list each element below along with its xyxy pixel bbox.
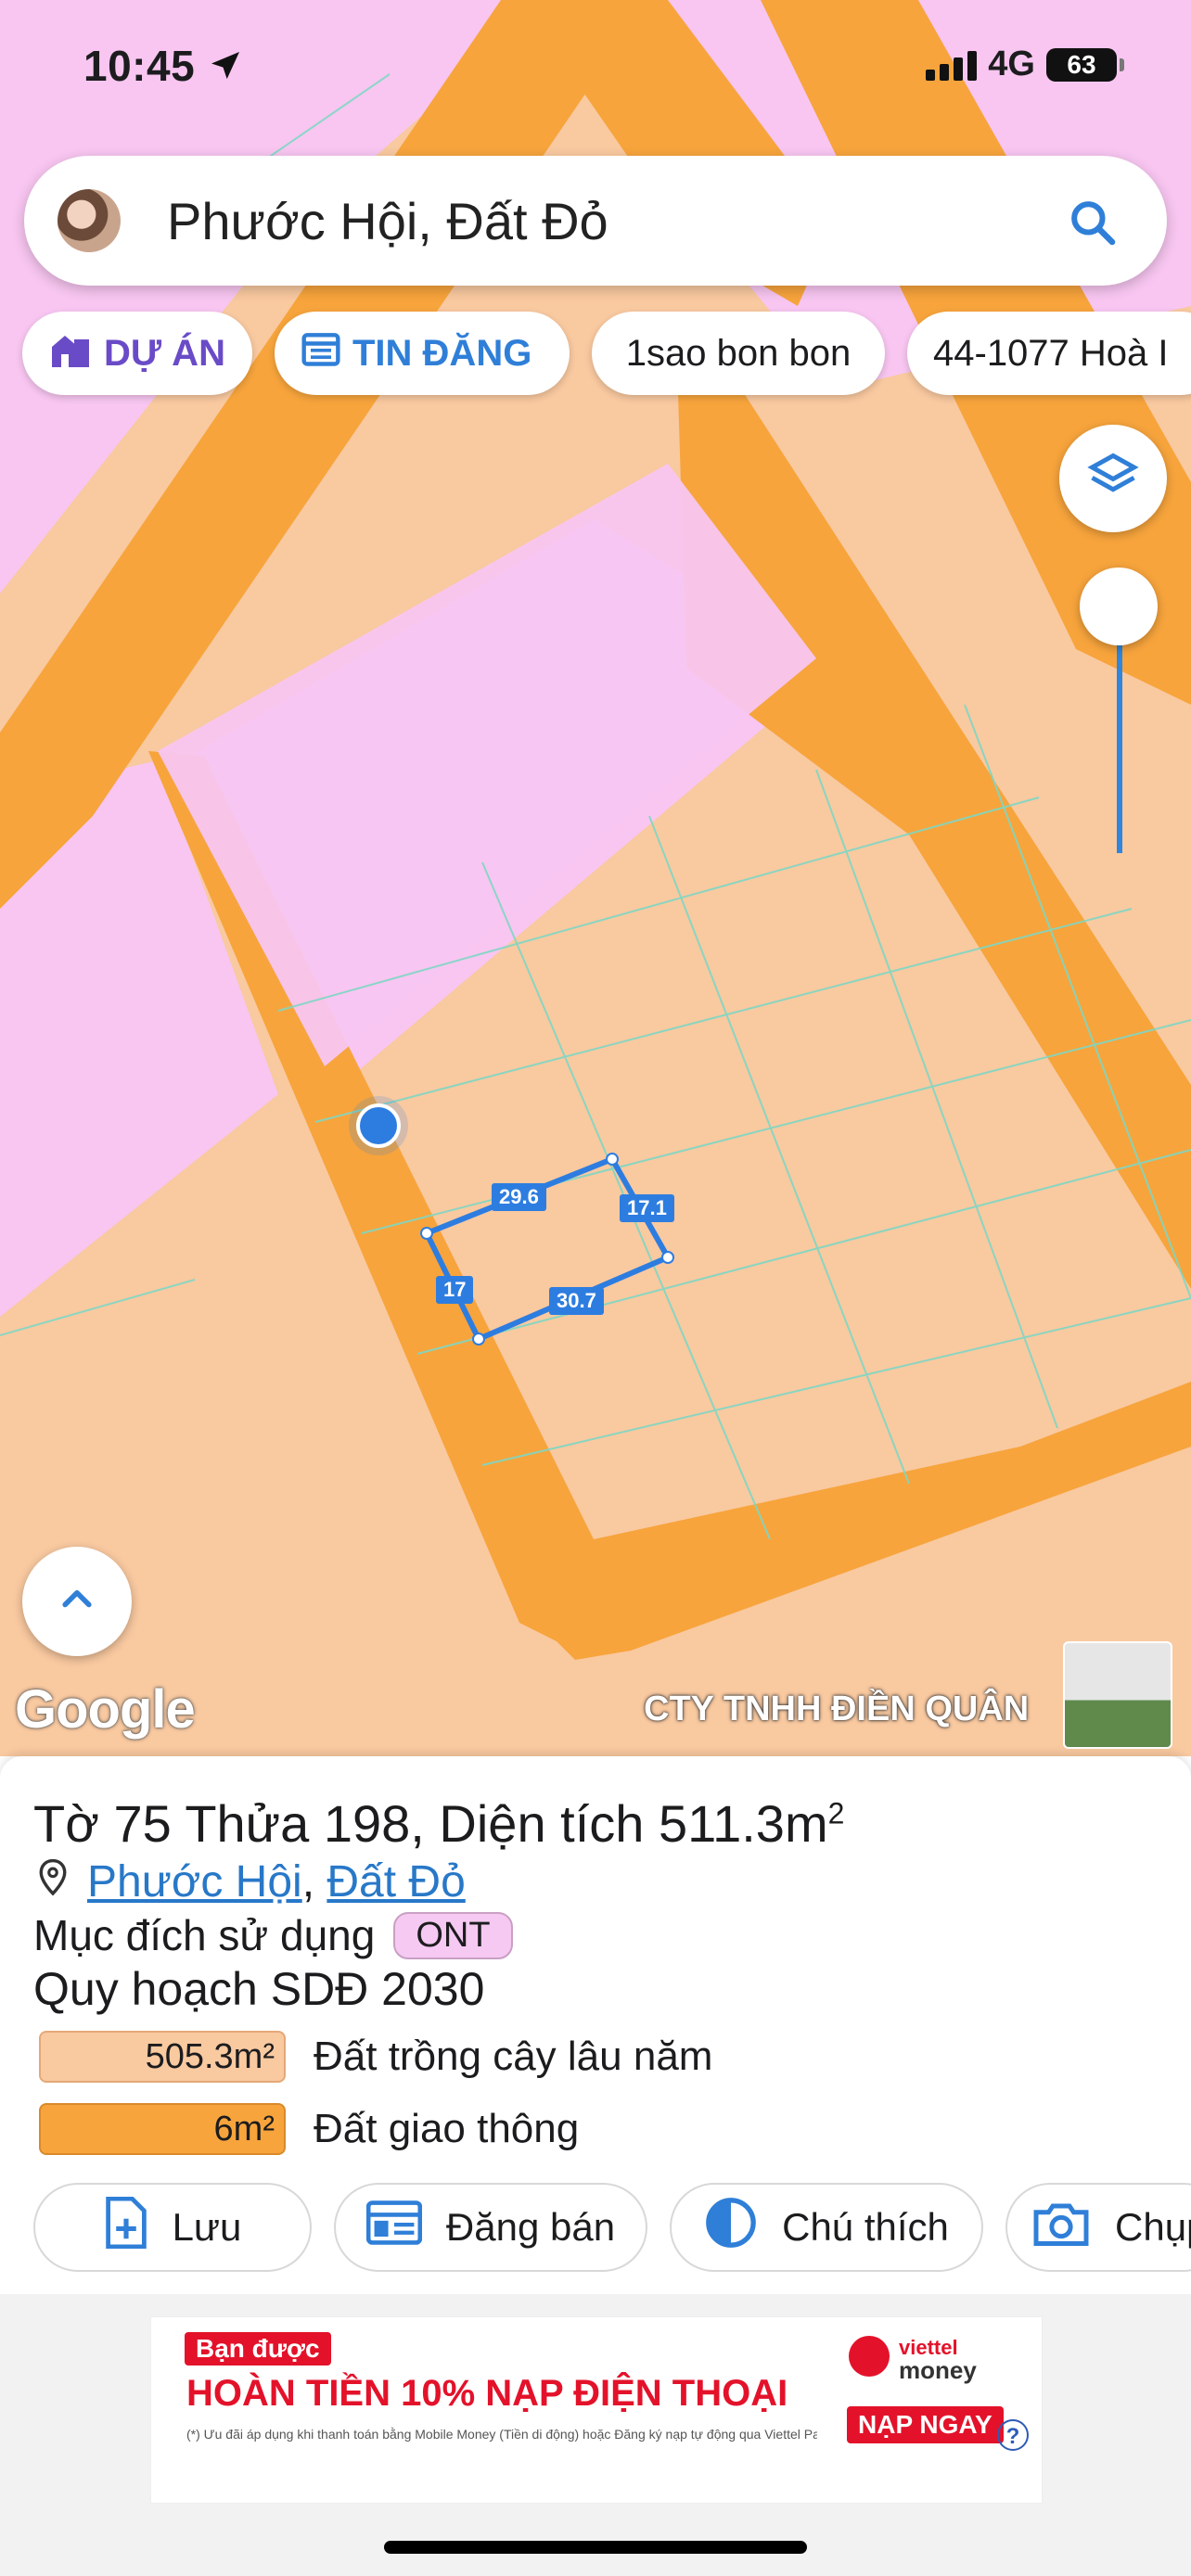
signal-icon — [926, 49, 978, 81]
layers-icon — [1085, 449, 1141, 509]
capture-button-label: Chụp — [1115, 2205, 1191, 2249]
zoom-slider-track[interactable] — [1117, 640, 1122, 853]
google-logo: Google — [15, 1679, 196, 1740]
ad-brand-bottom: money — [899, 2356, 977, 2384]
location-arrow-icon — [207, 42, 244, 90]
plan-item: 6m² Đất giao thông — [39, 2103, 579, 2155]
zoom-slider-handle[interactable] — [1080, 567, 1158, 645]
district-link[interactable]: Đất Đỏ — [327, 1857, 465, 1906]
search-icon[interactable] — [1067, 197, 1119, 249]
chip-1sao-bon-bon[interactable]: 1sao bon bon — [592, 312, 885, 395]
chip-du-an[interactable]: DỰ ÁN — [22, 312, 252, 395]
chip-1sao-label: 1sao bon bon — [625, 332, 852, 374]
purpose-label: Mục đích sử dụng — [33, 1911, 376, 1959]
ad-cta-button[interactable]: NẠP NGAY — [847, 2406, 1004, 2443]
plan-item-label: Đất trồng cây lâu năm — [314, 2034, 713, 2079]
chip-tin-dang[interactable]: TIN ĐĂNG — [275, 312, 570, 395]
avatar[interactable] — [58, 189, 121, 252]
purpose-badge: ONT — [393, 1911, 513, 1959]
layers-button[interactable] — [1059, 425, 1167, 532]
listing-icon — [365, 2199, 423, 2256]
address-row: Phước Hội, Đất Đỏ — [37, 1856, 466, 1907]
legend-button-label: Chú thích — [782, 2205, 949, 2249]
address-separator: , — [301, 1857, 315, 1906]
chip-address-label: 44-1077 Hoà I — [933, 332, 1169, 374]
home-indicator[interactable] — [384, 2541, 807, 2554]
location-pin-icon — [37, 1856, 69, 1907]
edge-label-bottom: 30.7 — [549, 1287, 604, 1315]
ad-fineprint: (*) Ưu đãi áp dụng khi thanh toán bằng M… — [186, 2427, 817, 2442]
plan-title: Quy hoạch SDĐ 2030 — [33, 1963, 485, 2015]
parcel-title-text: Tờ 75 Thửa 198, Diện tích 511.3m — [33, 1794, 828, 1853]
ad-banner[interactable]: Bạn được HOÀN TIỀN 10% NẠP ĐIỆN THOẠI (*… — [150, 2316, 1043, 2504]
company-label: CTY TNHH ĐIỀN QUÂN — [644, 1690, 1030, 1728]
calendar-icon — [301, 328, 341, 378]
plan-item-swatch: 505.3m² — [39, 2031, 286, 2083]
help-icon[interactable]: ? — [997, 2419, 1029, 2451]
ad-headline: HOÀN TIỀN 10% NẠP ĐIỆN THOẠI — [186, 2373, 788, 2414]
house-icon — [48, 328, 93, 378]
parcel-title-sup: 2 — [827, 1796, 845, 1830]
edge-label-left: 17 — [436, 1276, 474, 1304]
save-button-label: Lưu — [172, 2205, 242, 2249]
status-time-text: 10:45 — [83, 42, 196, 90]
edge-label-right: 17.1 — [620, 1194, 674, 1222]
post-sale-button[interactable]: Đăng bán — [334, 2183, 647, 2272]
purpose-row: Mục đích sử dụng ONT — [33, 1910, 513, 1960]
legend-button[interactable]: Chú thích — [670, 2183, 983, 2272]
capture-button[interactable]: Chụp — [1005, 2183, 1191, 2272]
viettel-logo-icon — [849, 2336, 890, 2377]
company-thumbnail[interactable] — [1063, 1641, 1172, 1749]
edge-label-top: 29.6 — [492, 1183, 546, 1211]
status-indicators: 4G 63 — [926, 45, 1124, 84]
plan-item: 505.3m² Đất trồng cây lâu năm — [39, 2031, 712, 2083]
status-time: 10:45 — [83, 41, 244, 91]
network-label: 4G — [988, 45, 1035, 83]
ward-link[interactable]: Phước Hội — [87, 1857, 302, 1906]
save-button[interactable]: Lưu — [33, 2183, 312, 2272]
add-file-icon — [104, 2196, 148, 2258]
chip-du-an-label: DỰ ÁN — [104, 332, 225, 374]
contrast-icon — [704, 2196, 758, 2259]
post-sale-button-label: Đăng bán — [445, 2205, 616, 2249]
ad-area: Bạn được HOÀN TIỀN 10% NẠP ĐIỆN THOẠI (*… — [0, 2294, 1191, 2576]
plan-item-label: Đất giao thông — [314, 2106, 580, 2151]
search-input[interactable]: Phước Hội, Đất Đỏ — [167, 191, 608, 251]
parcel-info-panel: Tờ 75 Thửa 198, Diện tích 511.3m2 Phước … — [0, 1756, 1191, 2294]
chip-address[interactable]: 44-1077 Hoà I — [907, 312, 1191, 395]
chevron-up-icon — [57, 1579, 97, 1625]
camera-icon — [1031, 2198, 1091, 2257]
ad-kicker: Bạn được — [185, 2332, 331, 2366]
expand-panel-button[interactable] — [22, 1547, 132, 1656]
plan-item-swatch: 6m² — [39, 2103, 286, 2155]
chip-tin-dang-label: TIN ĐĂNG — [352, 332, 532, 374]
battery-icon: 63 — [1046, 47, 1124, 82]
parcel-title: Tờ 75 Thửa 198, Diện tích 511.3m2 — [33, 1793, 844, 1854]
search-bar[interactable]: Phước Hội, Đất Đỏ — [24, 156, 1167, 286]
